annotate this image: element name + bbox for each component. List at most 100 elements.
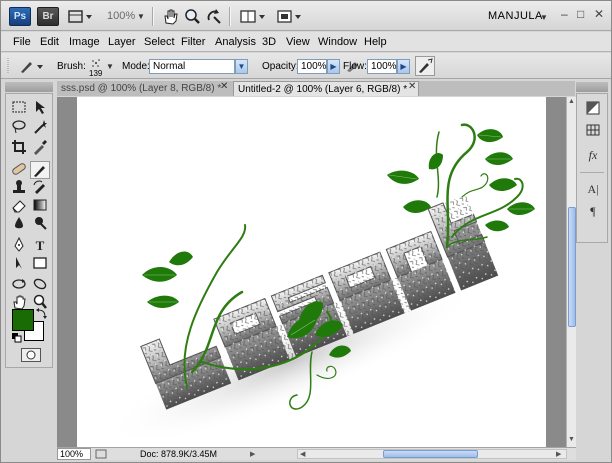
- eraser-tool[interactable]: [9, 197, 29, 215]
- brush-tool[interactable]: [30, 161, 50, 179]
- chevron-down-icon[interactable]: ▼: [106, 62, 114, 71]
- foreground-color-swatch[interactable]: [12, 309, 34, 331]
- chevron-right-icon[interactable]: ▶: [327, 59, 340, 74]
- close-icon[interactable]: ✕: [408, 81, 416, 92]
- screen-mode-button[interactable]: [275, 8, 303, 25]
- styles-panel-button[interactable]: fx: [583, 146, 603, 164]
- bridge-button[interactable]: Br: [37, 7, 59, 26]
- document-canvas[interactable]: [77, 97, 546, 447]
- maximize-button[interactable]: □: [577, 7, 584, 21]
- rectangle-tool[interactable]: [30, 255, 50, 273]
- scroll-left-icon[interactable]: ◀: [300, 450, 305, 458]
- lasso-tool[interactable]: [9, 119, 29, 137]
- scroll-right-icon[interactable]: ▶: [556, 450, 561, 458]
- chevron-right-icon[interactable]: ▶: [397, 59, 410, 74]
- menu-file[interactable]: File: [13, 36, 31, 48]
- airbrush-button[interactable]: [415, 56, 435, 76]
- artwork-3d-text-with-vines: [105, 123, 535, 446]
- crop-icon: [12, 140, 26, 154]
- scroll-down-icon[interactable]: ▼: [568, 436, 575, 443]
- dodge-icon: [35, 217, 47, 230]
- crop-tool[interactable]: [9, 139, 29, 157]
- menu-select[interactable]: Select: [144, 36, 175, 48]
- status-zoom-field[interactable]: 100%: [57, 448, 91, 460]
- view-extras-button[interactable]: [67, 8, 93, 25]
- toolbox-header[interactable]: [5, 82, 53, 92]
- options-bar: Brush: 139 ▼ Mode: Normal ▼ Opacity: 100…: [1, 53, 611, 79]
- status-info-icon[interactable]: [95, 449, 107, 459]
- arrange-documents-button[interactable]: [239, 8, 267, 25]
- swatches-panel-button[interactable]: [583, 122, 603, 140]
- type-tool[interactable]: T: [30, 237, 50, 255]
- close-icon[interactable]: ✕: [220, 81, 228, 92]
- airbrush-icon: [419, 58, 433, 73]
- tool-preset-picker[interactable]: [17, 57, 47, 75]
- horizontal-scrollbar[interactable]: ◀ ▶: [297, 449, 567, 459]
- 3d-rotate-tool[interactable]: [9, 276, 29, 294]
- color-panel-button[interactable]: [583, 100, 603, 118]
- vertical-scrollbar[interactable]: ▲ ▼: [566, 97, 576, 447]
- tab-untitled-2[interactable]: Untitled-2 @ 100% (Layer 6, RGB/8) *: [233, 81, 419, 96]
- gradient-tool[interactable]: [30, 197, 50, 215]
- document-size-info: Doc: 878.9K/3.45M: [140, 449, 218, 459]
- chevron-down-icon[interactable]: ▼: [540, 13, 548, 22]
- scroll-up-icon[interactable]: ▲: [568, 98, 575, 105]
- opacity-field[interactable]: 100%: [297, 59, 327, 74]
- menu-image[interactable]: Image: [69, 36, 100, 48]
- swatches-icon: [586, 124, 600, 136]
- menu-window[interactable]: Window: [318, 36, 357, 48]
- flow-field[interactable]: 100%: [367, 59, 397, 74]
- healing-brush-tool[interactable]: [9, 161, 29, 179]
- menu-3d[interactable]: 3D: [262, 36, 276, 48]
- menu-filter[interactable]: Filter: [181, 36, 205, 48]
- chevron-right-icon[interactable]: ▶: [250, 450, 255, 458]
- drop-icon: [15, 217, 23, 229]
- chevron-down-icon[interactable]: ▼: [137, 12, 145, 21]
- swap-colors-icon[interactable]: [36, 307, 48, 319]
- blur-tool[interactable]: [9, 215, 29, 233]
- brush-tip-icon[interactable]: [89, 57, 103, 69]
- vertical-scroll-thumb[interactable]: [568, 207, 576, 327]
- pen-icon: [14, 236, 24, 252]
- dodge-tool[interactable]: [30, 215, 50, 233]
- paragraph-panel-button[interactable]: ¶: [583, 202, 603, 220]
- history-brush-tool[interactable]: [30, 179, 50, 197]
- zoom-tool-button[interactable]: [183, 8, 201, 25]
- workspace-switcher[interactable]: MANJULA: [488, 10, 543, 22]
- magic-wand-tool[interactable]: [30, 119, 50, 137]
- pen-tool[interactable]: [9, 236, 29, 255]
- 3d-rotate-icon: [12, 279, 26, 289]
- default-colors-icon[interactable]: [12, 333, 22, 343]
- menu-view[interactable]: View: [286, 36, 310, 48]
- zoom-level[interactable]: 100%: [107, 10, 135, 22]
- screen-mode-icon: [277, 10, 301, 23]
- marquee-tool[interactable]: [9, 99, 29, 117]
- history-brush-icon: [33, 180, 45, 194]
- quick-mask-button[interactable]: [21, 348, 41, 362]
- chevron-down-icon[interactable]: ▼: [235, 59, 248, 74]
- mode-select[interactable]: Normal: [149, 59, 235, 74]
- eyedropper-icon: [34, 140, 47, 155]
- marquee-icon: [12, 101, 26, 113]
- menu-help[interactable]: Help: [364, 36, 387, 48]
- close-button[interactable]: ✕: [594, 7, 604, 21]
- eyedropper-tool[interactable]: [30, 139, 50, 157]
- minimize-button[interactable]: –: [561, 7, 568, 21]
- clone-stamp-tool[interactable]: [9, 179, 29, 197]
- paragraph-icon: ¶: [590, 204, 596, 218]
- menu-bar: File Edit Image Layer Select Filter Anal…: [1, 32, 611, 52]
- path-selection-tool[interactable]: [9, 255, 29, 273]
- menu-layer[interactable]: Layer: [108, 36, 136, 48]
- tab-sss-psd[interactable]: sss.psd @ 100% (Layer 8, RGB/8) *: [57, 81, 233, 96]
- rotate-view-button[interactable]: [205, 8, 223, 25]
- menu-edit[interactable]: Edit: [40, 36, 59, 48]
- panel-dock-header[interactable]: [576, 82, 608, 92]
- hand-tool-button[interactable]: [161, 8, 179, 25]
- hand-icon: [164, 9, 178, 25]
- character-panel-button[interactable]: A|: [583, 180, 603, 198]
- 3d-camera-tool[interactable]: [30, 276, 50, 294]
- horizontal-scroll-thumb[interactable]: [383, 450, 478, 458]
- menu-analysis[interactable]: Analysis: [215, 36, 256, 48]
- move-tool[interactable]: [30, 99, 50, 117]
- stamp-icon: [13, 180, 25, 193]
